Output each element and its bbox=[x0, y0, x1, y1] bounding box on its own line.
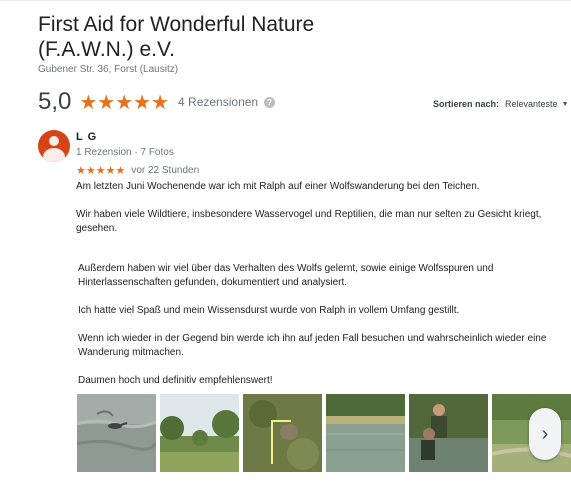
review-author[interactable]: L G bbox=[76, 131, 97, 143]
review-paragraph: Wir haben viele Wildtiere, insbesondere … bbox=[76, 209, 542, 234]
sort-label: Sortieren nach: bbox=[433, 99, 500, 109]
photo-people-water-image bbox=[409, 394, 488, 472]
sort-value[interactable]: Relevanteste bbox=[505, 99, 558, 109]
place-title: First Aid for Wonderful Nature (F.A.W.N.… bbox=[38, 12, 538, 62]
review-photo[interactable] bbox=[77, 394, 156, 472]
photo-trees-image bbox=[160, 394, 239, 472]
place-title-line-1: First Aid for Wonderful Nature bbox=[38, 13, 315, 36]
rating-summary: 5,0 ★★★★★ 4 Rezensionen ? bbox=[38, 87, 276, 117]
place-address: Gubener Str. 36, Forst (Lausitz) bbox=[38, 64, 179, 75]
chevron-right-icon[interactable]: › bbox=[529, 408, 561, 460]
review-stars-icon: ★★★★★ bbox=[76, 165, 126, 177]
review-time: vor 22 Stunden bbox=[131, 165, 200, 176]
photo-strip bbox=[77, 394, 571, 472]
avatar-body-shape bbox=[43, 148, 65, 162]
review-paragraph: Daumen hoch und definitiv empfehlenswert… bbox=[78, 375, 273, 386]
review-author-meta: 1 Rezension · 7 Fotos bbox=[76, 147, 174, 158]
avatar-head-shape bbox=[49, 136, 59, 146]
review-count-link[interactable]: 4 Rezensionen bbox=[178, 95, 258, 109]
review-paragraph: Am letzten Juni Wochenende war ich mit R… bbox=[76, 181, 480, 192]
photo-water-bird-image bbox=[77, 394, 156, 472]
sort-control[interactable]: Sortieren nach: Relevanteste ▼ bbox=[433, 99, 569, 109]
review-rating: ★★★★★ vor 22 Stunden bbox=[76, 164, 199, 177]
top-divider bbox=[0, 0, 571, 1]
photo-pond-image bbox=[326, 394, 405, 472]
review-paragraph: Wenn ich wieder in der Gegend bin werde … bbox=[78, 333, 547, 358]
question-icon[interactable]: ? bbox=[264, 96, 276, 108]
review-paragraph: Außerdem haben wir viel über das Verhalt… bbox=[78, 263, 494, 288]
review-photo[interactable] bbox=[409, 394, 488, 472]
review-photo[interactable] bbox=[326, 394, 405, 472]
review-paragraph: Ich hatte viel Spaß und mein Wissensdurs… bbox=[78, 305, 460, 316]
chevron-down-icon[interactable]: ▼ bbox=[562, 101, 569, 108]
review-photo[interactable] bbox=[160, 394, 239, 472]
overall-stars-icon: ★★★★★ bbox=[79, 91, 170, 114]
avatar[interactable] bbox=[38, 130, 70, 162]
review-photo[interactable] bbox=[243, 394, 322, 472]
place-title-line-2: (F.A.W.N.) e.V. bbox=[38, 38, 175, 61]
overall-score: 5,0 bbox=[38, 88, 72, 115]
photo-track-ruler-image bbox=[243, 394, 322, 472]
